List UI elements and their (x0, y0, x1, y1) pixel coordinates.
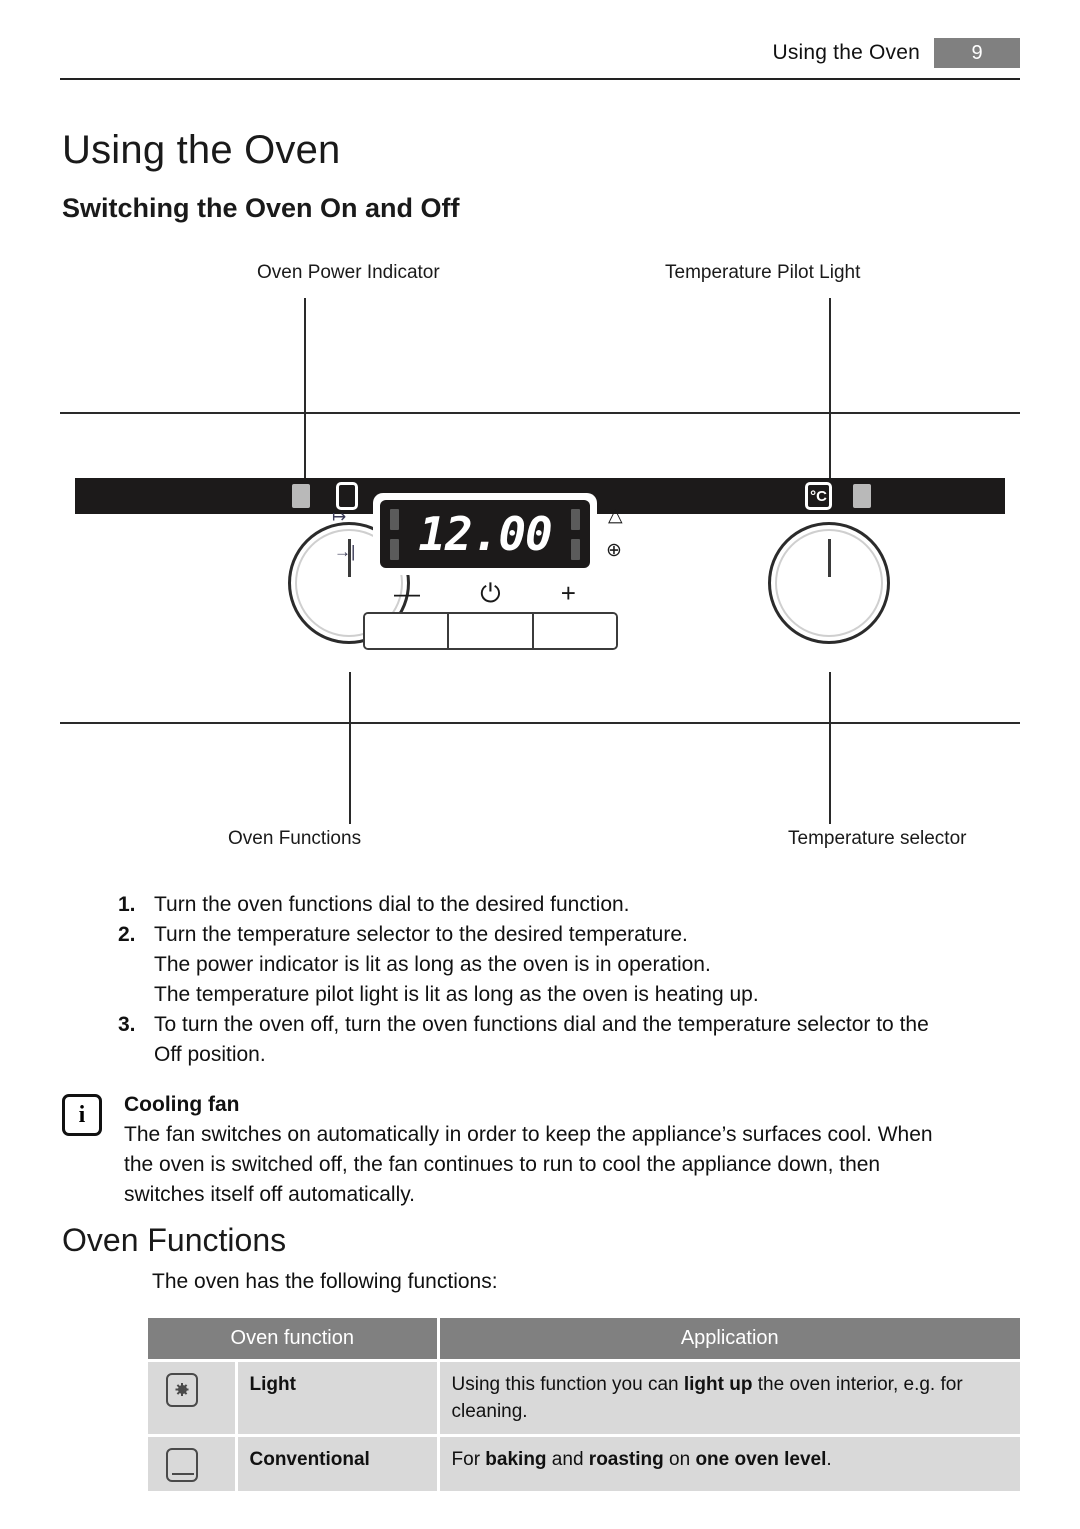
info-icon-letter: i (78, 1102, 86, 1128)
table-header-application: Application (438, 1318, 1020, 1360)
table-row: Conventional For baking and roasting on … (148, 1433, 1020, 1491)
section-heading-switching: Switching the Oven On and Off (62, 193, 460, 223)
table-cell-icon (148, 1433, 238, 1491)
conventional-heat-icon (166, 1447, 198, 1482)
info-icon: i (62, 1094, 102, 1136)
oven-functions-table: Oven function Application Light Using th… (148, 1318, 1020, 1491)
note-line: switches itself off automatically. (124, 1183, 416, 1206)
instruction-list: 1. Turn the oven functions dial to the d… (118, 890, 1018, 1070)
callout-label-oven-functions: Oven Functions (228, 828, 362, 849)
lcd-indicator-bar (390, 538, 399, 560)
lcd-screen: 12.00 (380, 500, 590, 568)
oven-control-panel-diagram: Oven Power Indicator Temperature Pilot L… (60, 250, 1020, 870)
minus-button[interactable] (365, 614, 450, 648)
oven-power-indicator-frame-icon (336, 482, 358, 510)
lcd-right-indicators (570, 508, 580, 560)
lcd-indicator-bar (570, 538, 580, 560)
step-body: Turn the oven functions dial to the desi… (154, 890, 1018, 920)
button-symbol-row: — ⏻ + (370, 580, 600, 606)
plus-icon: + (560, 578, 576, 608)
callout-label-oven-power-indicator: Oven Power Indicator (257, 262, 440, 283)
leader-line-pilot-light (829, 298, 831, 486)
step-line: Turn the temperature selector to the des… (154, 923, 688, 946)
minute-minder-bell-icon: △ (608, 505, 623, 526)
oven-light-icon (166, 1372, 198, 1407)
header-divider (60, 78, 1020, 80)
step-body: Turn the temperature selector to the des… (154, 920, 1018, 1010)
plus-button[interactable] (533, 614, 616, 648)
clock-select-button[interactable] (449, 614, 534, 648)
step-number: 2. (118, 923, 136, 946)
callout-label-temperature-selector: Temperature selector (788, 828, 967, 849)
table-cell-icon (148, 1358, 238, 1435)
minus-icon: — (394, 578, 420, 608)
step-line: To turn the oven off, turn the oven func… (154, 1013, 929, 1036)
table-cell-application: Using this function you can light up the… (438, 1358, 1020, 1435)
temperature-selector-dial[interactable] (768, 522, 890, 644)
step-line: The power indicator is lit as long as th… (154, 953, 711, 976)
running-header-title: Using the Oven (772, 41, 920, 64)
table-cell-function-name: Conventional (236, 1433, 440, 1491)
diagram-rule-bottom (60, 722, 1020, 724)
table-cell-application: For baking and roasting on one oven leve… (438, 1433, 1020, 1491)
degrees-celsius-label: °C (810, 487, 827, 505)
heat-element-line (172, 1472, 194, 1475)
table-header-oven-function: Oven function (148, 1318, 440, 1360)
list-item: 3. To turn the oven off, turn the oven f… (118, 1010, 1018, 1070)
note-line: The fan switches on automatically in ord… (124, 1123, 933, 1146)
step-line: The temperature pilot light is lit as lo… (154, 983, 759, 1006)
duration-icon: ↦ (332, 507, 347, 526)
clock-button-icon: ⏻ (480, 578, 501, 608)
page-number-badge: 9 (934, 38, 1020, 68)
list-item: 1. Turn the oven functions dial to the d… (118, 890, 1018, 920)
callout-label-temperature-pilot-light: Temperature Pilot Light (665, 262, 861, 283)
cooling-fan-note: i Cooling fan The fan switches on automa… (62, 1090, 1022, 1210)
step-number: 3. (118, 1013, 136, 1036)
application-text-line: For baking and roasting on one oven leve… (451, 1448, 832, 1470)
note-text: The fan switches on automatically in ord… (124, 1120, 1022, 1210)
timer-button-row (363, 612, 618, 650)
step-number: 1. (118, 893, 136, 916)
table-row: Light Using this function you can light … (148, 1358, 1020, 1435)
step-line: Turn the oven functions dial to the desi… (154, 893, 630, 916)
list-item: 2. Turn the temperature selector to the … (118, 920, 1018, 1010)
step-line: Off position. (154, 1043, 266, 1066)
oven-power-indicator-lamp-icon (292, 484, 310, 508)
leader-line-oven-functions (349, 672, 351, 824)
leader-line-power-indicator (304, 298, 306, 486)
lcd-indicator-bar (570, 508, 580, 530)
step-body: To turn the oven off, turn the oven func… (154, 1010, 1018, 1070)
temperature-pilot-lamp-icon (853, 484, 871, 508)
note-body: Cooling fan The fan switches on automati… (124, 1090, 1022, 1210)
lcd-time-value: 12.00 (418, 507, 552, 561)
running-header: Using the Oven 9 (60, 38, 1020, 68)
diagram-rule-top (60, 412, 1020, 414)
document-page: Using the Oven 9 Using the Oven Switchin… (0, 0, 1080, 1529)
end-time-icon: →| (334, 542, 356, 561)
lcd-left-indicators (390, 508, 399, 560)
note-title: Cooling fan (124, 1093, 240, 1116)
application-text-line: Using this function you can light up the… (451, 1373, 963, 1422)
page-title: Using the Oven (62, 128, 341, 172)
table-header-row: Oven function Application (148, 1318, 1020, 1360)
degrees-celsius-icon: °C (805, 482, 832, 510)
time-of-day-clock-icon: ⊕ (606, 540, 622, 561)
oven-functions-intro: The oven has the following functions: (152, 1270, 498, 1293)
note-line: the oven is switched off, the fan contin… (124, 1153, 881, 1176)
clock-display: 12.00 (373, 493, 597, 575)
leader-line-temperature-selector (829, 672, 831, 824)
section-heading-oven-functions: Oven Functions (62, 1222, 287, 1258)
lcd-indicator-bar (390, 508, 399, 530)
table-cell-function-name: Light (236, 1358, 440, 1435)
